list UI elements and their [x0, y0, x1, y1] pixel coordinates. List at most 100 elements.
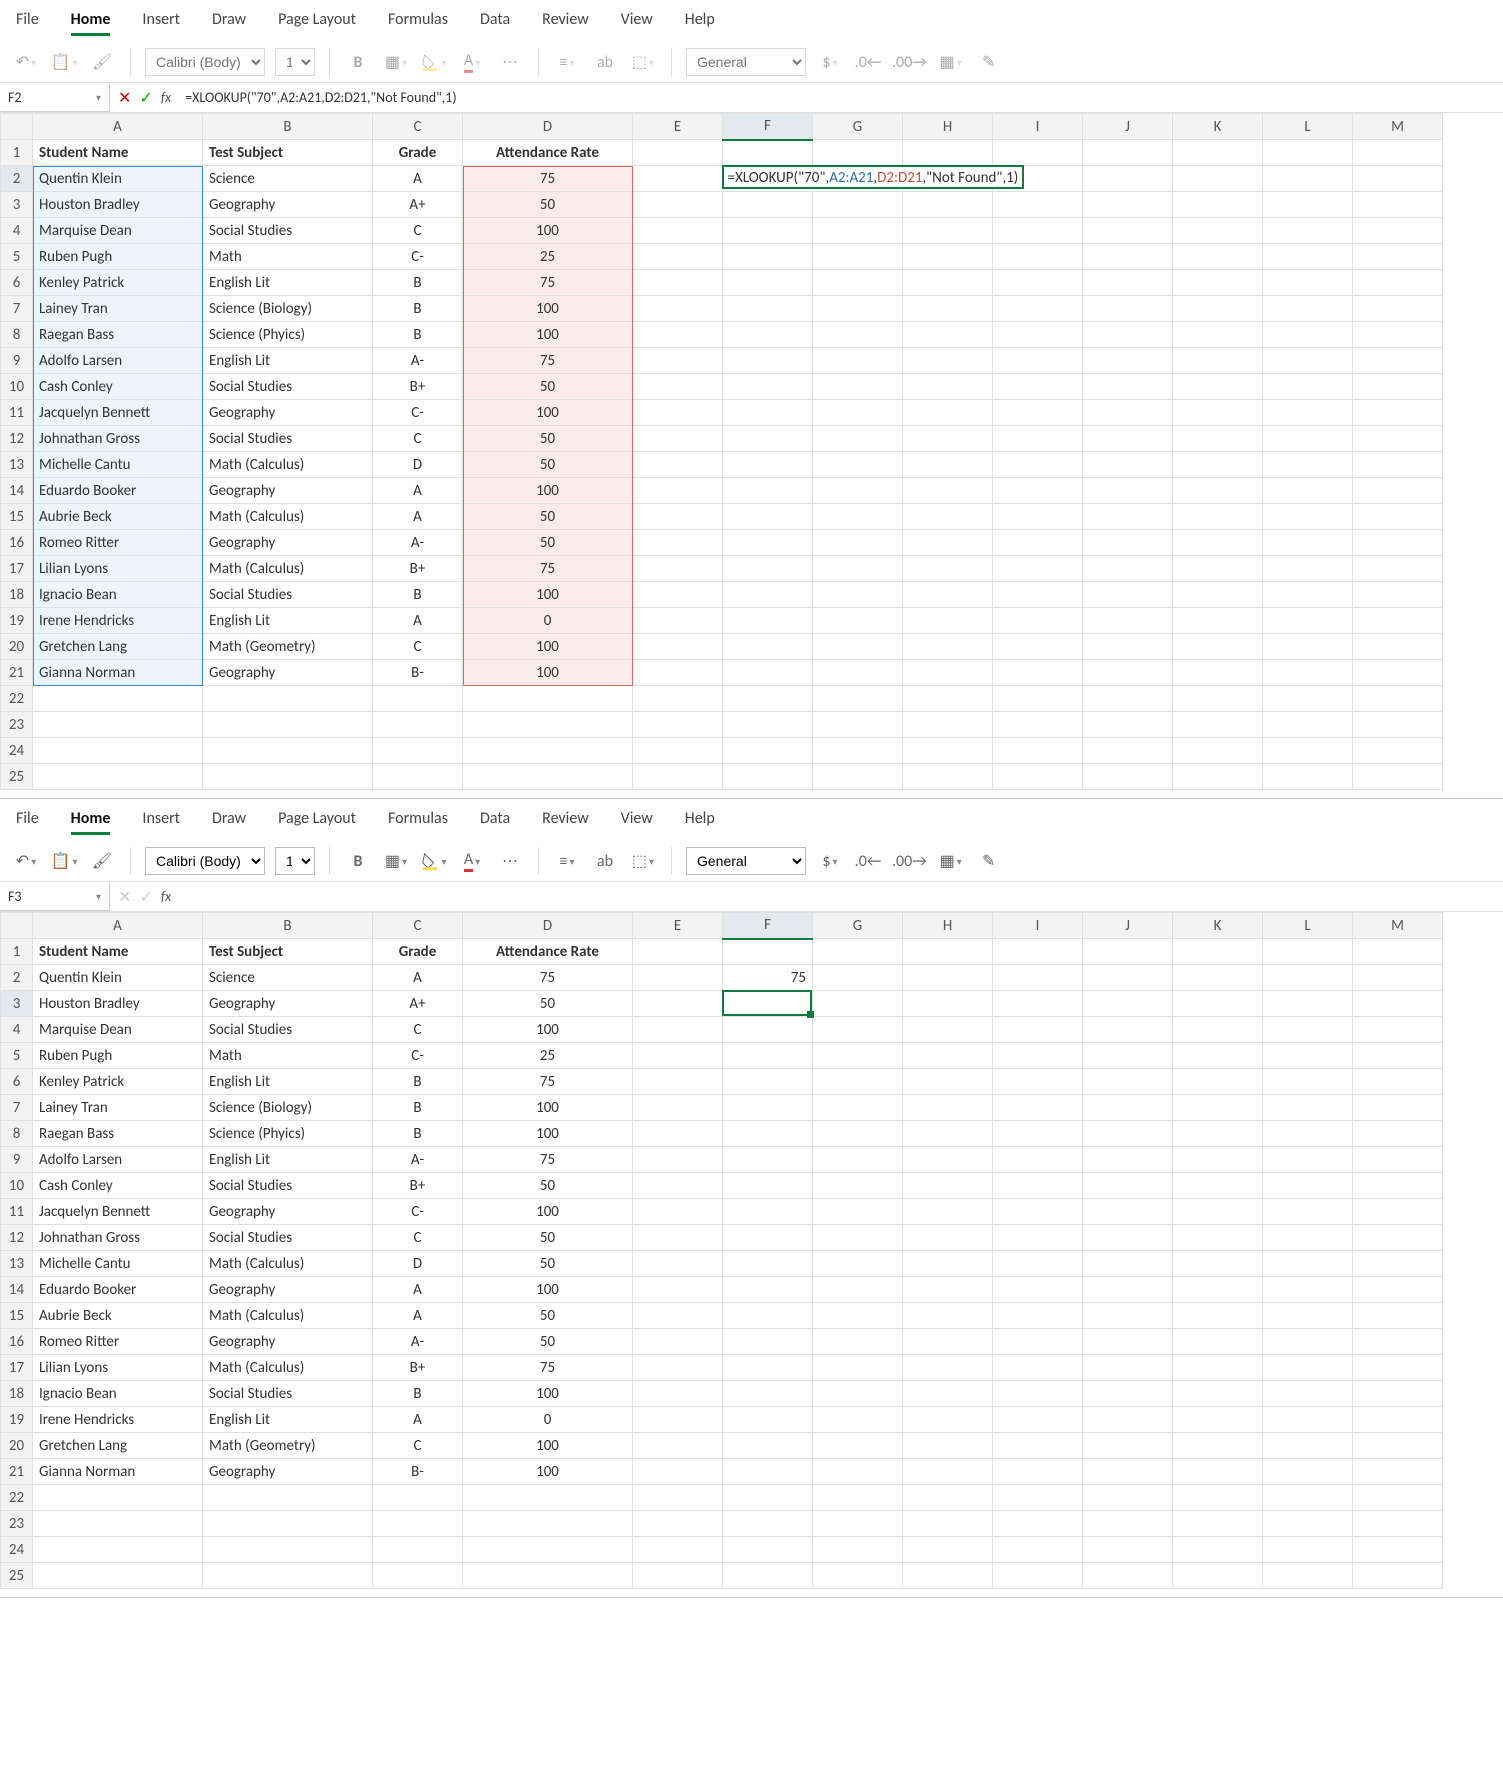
cell-L1[interactable] [1263, 939, 1353, 965]
cell-L13[interactable] [1263, 452, 1353, 478]
cell-G12[interactable] [813, 426, 903, 452]
col-header-E[interactable]: E [633, 114, 723, 140]
cell-A7[interactable]: Lainey Tran [33, 1095, 203, 1121]
cell-A5[interactable]: Ruben Pugh [33, 1043, 203, 1069]
col-header-I[interactable]: I [993, 114, 1083, 140]
row-header-11[interactable]: 11 [1, 400, 33, 426]
cell-B25[interactable] [203, 1563, 373, 1589]
cell-C12[interactable]: C [373, 426, 463, 452]
cell-B13[interactable]: Math (Calculus) [203, 1251, 373, 1277]
cell-B22[interactable] [203, 1485, 373, 1511]
fill-color-icon[interactable]: ▾ [420, 847, 448, 875]
cell-F23[interactable] [723, 712, 813, 738]
cell-F13[interactable] [723, 1251, 813, 1277]
cell-D14[interactable]: 100 [463, 478, 633, 504]
cell-K20[interactable] [1173, 1433, 1263, 1459]
row-header-4[interactable]: 4 [1, 1017, 33, 1043]
cell-I11[interactable] [993, 1199, 1083, 1225]
cell-D3[interactable]: 50 [463, 991, 633, 1017]
cell-C19[interactable]: A [373, 1407, 463, 1433]
cell-M16[interactable] [1353, 1329, 1443, 1355]
cell-B24[interactable] [203, 738, 373, 764]
cell-G17[interactable] [813, 556, 903, 582]
cell-K16[interactable] [1173, 530, 1263, 556]
cell-D13[interactable]: 50 [463, 1251, 633, 1277]
cell-E6[interactable] [633, 1069, 723, 1095]
row-header-11[interactable]: 11 [1, 1199, 33, 1225]
cell-H7[interactable] [903, 296, 993, 322]
cell-H6[interactable] [903, 270, 993, 296]
cell-M14[interactable] [1353, 478, 1443, 504]
cell-E2[interactable] [633, 965, 723, 991]
cell-G9[interactable] [813, 1147, 903, 1173]
cell-G7[interactable] [813, 296, 903, 322]
col-header-H[interactable]: H [903, 114, 993, 140]
cell-K21[interactable] [1173, 660, 1263, 686]
row-header-17[interactable]: 17 [1, 556, 33, 582]
cell-K15[interactable] [1173, 1303, 1263, 1329]
cell-A15[interactable]: Aubrie Beck [33, 504, 203, 530]
col-header-F[interactable]: F [723, 913, 813, 939]
cell-L16[interactable] [1263, 530, 1353, 556]
fx-icon[interactable]: fx [161, 89, 171, 106]
cell-H25[interactable] [903, 764, 993, 790]
cell-A6[interactable]: Kenley Patrick [33, 1069, 203, 1095]
cell-M25[interactable] [1353, 764, 1443, 790]
cell-B23[interactable] [203, 1511, 373, 1537]
cell-B25[interactable] [203, 764, 373, 790]
col-header-M[interactable]: M [1353, 913, 1443, 939]
cell-M19[interactable] [1353, 1407, 1443, 1433]
cell-L8[interactable] [1263, 1121, 1353, 1147]
cond-format-icon[interactable]: ▦▾ [937, 847, 965, 875]
cell-M18[interactable] [1353, 1381, 1443, 1407]
cell-I4[interactable] [993, 1017, 1083, 1043]
cell-J17[interactable] [1083, 1355, 1173, 1381]
cell-K19[interactable] [1173, 1407, 1263, 1433]
cell-L20[interactable] [1263, 1433, 1353, 1459]
cell-G25[interactable] [813, 1563, 903, 1589]
cell-C24[interactable] [373, 1537, 463, 1563]
format-painter-icon[interactable]: 🖌 [88, 48, 116, 76]
cell-L9[interactable] [1263, 1147, 1353, 1173]
cell-D16[interactable]: 50 [463, 530, 633, 556]
cell-G12[interactable] [813, 1225, 903, 1251]
cell-D12[interactable]: 50 [463, 426, 633, 452]
cell-I8[interactable] [993, 1121, 1083, 1147]
cell-E16[interactable] [633, 530, 723, 556]
cell-D10[interactable]: 50 [463, 374, 633, 400]
borders-icon[interactable]: ▦▾ [382, 847, 410, 875]
cell-M16[interactable] [1353, 530, 1443, 556]
cell-I3[interactable] [993, 192, 1083, 218]
row-header-7[interactable]: 7 [1, 1095, 33, 1121]
wrap-text-icon[interactable]: ab [591, 48, 619, 76]
cell-C1[interactable]: Grade [373, 140, 463, 166]
cell-J24[interactable] [1083, 738, 1173, 764]
spreadsheet-grid[interactable]: ABCDEFGHIJKLM1Student NameTest SubjectGr… [0, 912, 1443, 1589]
cell-M11[interactable] [1353, 400, 1443, 426]
row-header-9[interactable]: 9 [1, 1147, 33, 1173]
menu-tab-formulas[interactable]: Formulas [388, 10, 448, 36]
cell-I24[interactable] [993, 738, 1083, 764]
cell-E17[interactable] [633, 1355, 723, 1381]
cell-G16[interactable] [813, 1329, 903, 1355]
cell-D18[interactable]: 100 [463, 582, 633, 608]
cell-I14[interactable] [993, 478, 1083, 504]
cell-L20[interactable] [1263, 634, 1353, 660]
cell-C18[interactable]: B [373, 582, 463, 608]
cell-D23[interactable] [463, 712, 633, 738]
menu-tab-page-layout[interactable]: Page Layout [278, 809, 356, 835]
cell-J2[interactable] [1083, 965, 1173, 991]
cell-M25[interactable] [1353, 1563, 1443, 1589]
cell-C16[interactable]: A- [373, 530, 463, 556]
cell-M23[interactable] [1353, 1511, 1443, 1537]
cell-H24[interactable] [903, 1537, 993, 1563]
cell-E16[interactable] [633, 1329, 723, 1355]
cell-L15[interactable] [1263, 504, 1353, 530]
cell-D19[interactable]: 0 [463, 1407, 633, 1433]
cell-E20[interactable] [633, 634, 723, 660]
cell-I25[interactable] [993, 764, 1083, 790]
cell-H2[interactable] [903, 965, 993, 991]
row-header-10[interactable]: 10 [1, 1173, 33, 1199]
cell-K14[interactable] [1173, 1277, 1263, 1303]
menu-tab-data[interactable]: Data [480, 10, 510, 36]
